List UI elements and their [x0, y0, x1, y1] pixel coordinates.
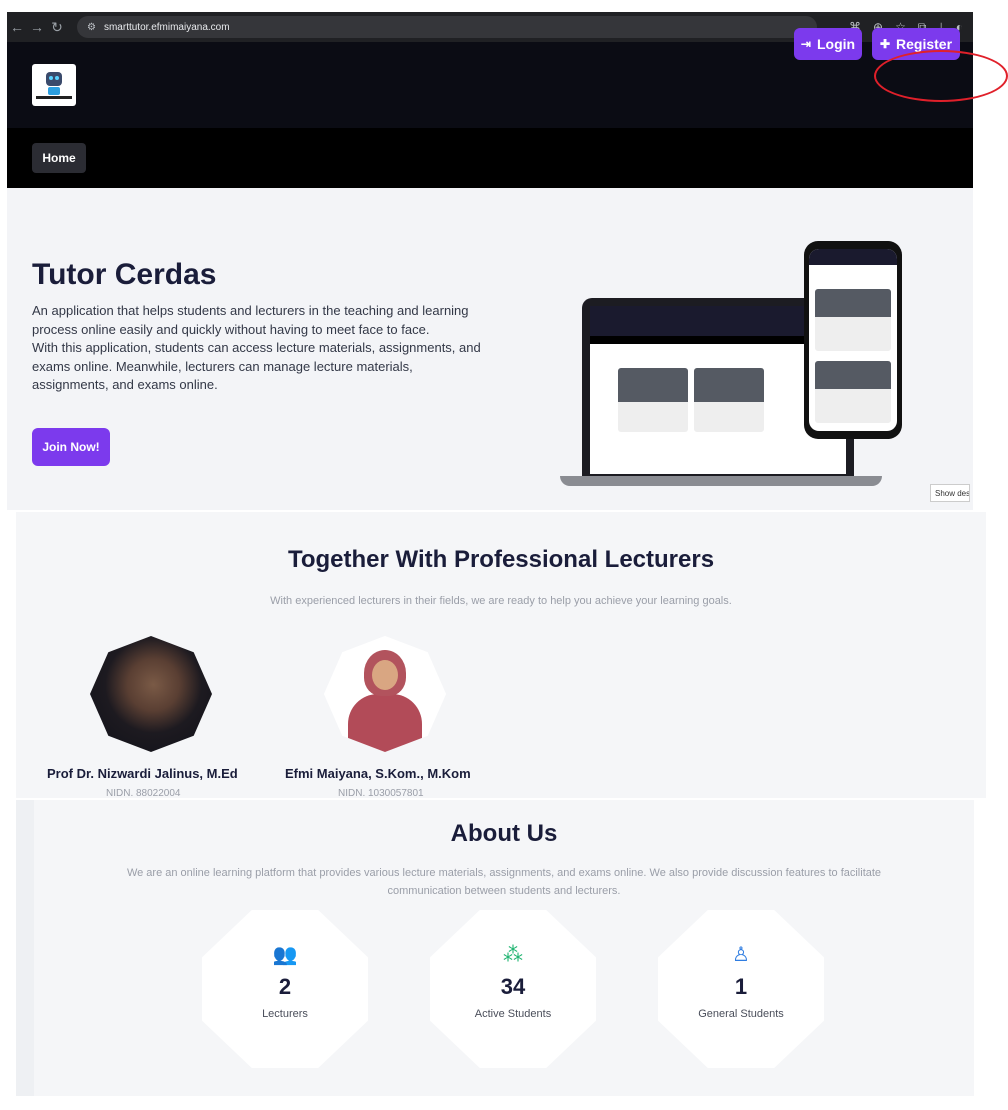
stat-card-active-students: ⁂ 34 Active Students	[430, 910, 596, 1068]
user-plus-icon: ✚	[879, 37, 891, 51]
laptop-base	[560, 476, 882, 486]
nav-home[interactable]: Home	[32, 143, 86, 173]
about-title: About Us	[450, 820, 558, 847]
login-icon: ⇥	[800, 37, 811, 51]
stat-card-general-students: ♙ 1 General Students	[658, 910, 824, 1068]
stat-label: Lecturers	[262, 1008, 308, 1020]
hero-description: An application that helps students and l…	[32, 302, 482, 395]
stat-value: 1	[734, 974, 748, 999]
users-icon: 👥	[272, 944, 298, 966]
robot-logo-icon	[36, 70, 72, 100]
lecturers-title: Together With Professional Lecturers	[287, 546, 715, 573]
page: ← → ↻ ⚙ smarttutor.efmimaiyana.com ⌘ ⊕ ☆…	[0, 0, 1008, 1110]
user-check-icon: ♙	[732, 944, 750, 966]
main-nav: Home	[7, 128, 973, 188]
site-logo[interactable]	[32, 64, 76, 106]
about-section: About Us We are an online learning platf…	[34, 800, 974, 1096]
lecturers-section: Together With Professional Lecturers Wit…	[16, 512, 986, 799]
lecturer-card	[90, 636, 212, 752]
show-desktop-tooltip: Show desk	[930, 484, 970, 502]
lecturer-name: Prof Dr. Nizwardi Jalinus, M.Ed	[47, 766, 238, 781]
site-info-icon[interactable]: ⚙	[87, 22, 96, 33]
back-icon[interactable]: ←	[7, 19, 27, 35]
about-side-strip	[16, 800, 34, 1096]
address-bar[interactable]: ⚙ smarttutor.efmimaiyana.com	[77, 16, 817, 38]
about-subtitle: We are an online learning platform that …	[126, 867, 882, 897]
lecturers-subtitle: With experienced lecturers in their fiel…	[270, 595, 732, 607]
reload-icon[interactable]: ↻	[47, 19, 67, 36]
hero-title: Tutor Cerdas	[32, 258, 217, 291]
lecturer-photo	[90, 636, 212, 752]
stat-value: 2	[278, 974, 292, 999]
group-icon: ⁂	[503, 944, 523, 966]
lecturer-nidn: NIDN. 1030057801	[338, 788, 424, 799]
stat-label: General Students	[698, 1008, 784, 1020]
stat-label: Active Students	[474, 1008, 552, 1020]
join-now-button[interactable]: Join Now!	[32, 428, 110, 466]
stat-card-lecturers: 👥 2 Lecturers	[202, 910, 368, 1068]
login-label: Login	[816, 36, 856, 52]
url-text: smarttutor.efmimaiyana.com	[103, 21, 230, 33]
hero-paragraph-1: An application that helps students and l…	[32, 303, 469, 337]
lecturer-photo	[324, 636, 446, 752]
stat-value: 34	[500, 974, 526, 999]
lecturer-nidn: NIDN. 88022004	[106, 788, 181, 799]
lecturer-card	[324, 636, 446, 752]
hero-paragraph-2: With this application, students can acce…	[32, 340, 481, 392]
annotation-circle	[874, 50, 1008, 102]
lecturer-name: Efmi Maiyana, S.Kom., M.Kom	[285, 766, 471, 781]
forward-icon[interactable]: →	[27, 19, 47, 35]
phone-mockup	[804, 241, 902, 439]
login-button[interactable]: ⇥ Login	[794, 28, 862, 60]
